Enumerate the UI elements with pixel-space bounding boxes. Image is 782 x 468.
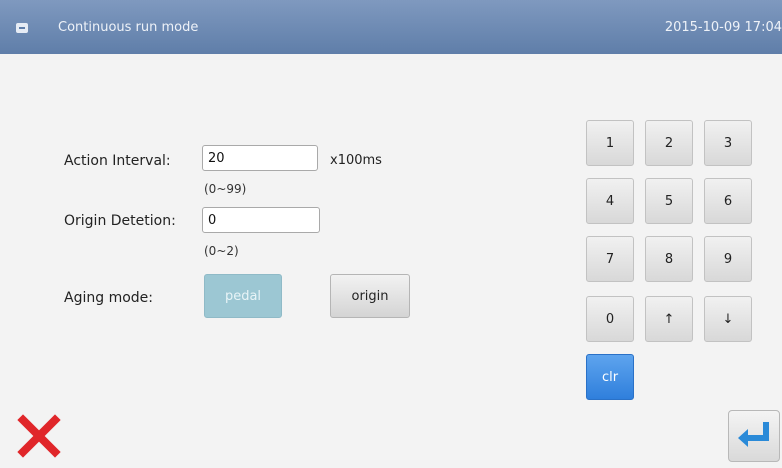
keypad-key-2[interactable]: 2 — [645, 120, 693, 166]
action-interval-label: Action Interval: — [64, 153, 171, 169]
keypad-key-8[interactable]: 8 — [645, 236, 693, 282]
origin-detection-input[interactable] — [202, 207, 320, 233]
keypad-key-down[interactable]: ↓ — [704, 296, 752, 342]
action-interval-unit: x100ms — [330, 153, 382, 168]
title-bar: Continuous run mode 2015-10-09 17:04 — [0, 0, 782, 54]
keypad-key-9[interactable]: 9 — [704, 236, 752, 282]
keypad-key-1[interactable]: 1 — [586, 120, 634, 166]
aging-mode-origin-button[interactable]: origin — [330, 274, 410, 318]
confirm-button[interactable] — [728, 410, 780, 462]
cancel-button[interactable] — [12, 412, 66, 460]
keypad-key-4[interactable]: 4 — [586, 178, 634, 224]
keypad-clear-button[interactable]: clr — [586, 354, 634, 400]
keypad-key-0[interactable]: 0 — [586, 296, 634, 342]
aging-mode-pedal-button[interactable]: pedal — [204, 274, 282, 318]
enter-arrow-icon — [738, 422, 769, 447]
keypad-key-5[interactable]: 5 — [645, 178, 693, 224]
aging-mode-label: Aging mode: — [64, 290, 153, 306]
keypad-key-7[interactable]: 7 — [586, 236, 634, 282]
close-x-icon — [17, 414, 61, 458]
action-interval-range: (0~99) — [204, 182, 247, 196]
keypad-key-6[interactable]: 6 — [704, 178, 752, 224]
window-menu-icon[interactable] — [16, 23, 28, 33]
keypad-key-3[interactable]: 3 — [704, 120, 752, 166]
origin-detection-label: Origin Detetion: — [64, 213, 176, 229]
keypad-key-up[interactable]: ↑ — [645, 296, 693, 342]
action-interval-input[interactable] — [202, 145, 318, 171]
datetime-display: 2015-10-09 17:04 — [664, 20, 782, 35]
page-title: Continuous run mode — [58, 20, 199, 35]
origin-detection-range: (0~2) — [204, 244, 239, 258]
